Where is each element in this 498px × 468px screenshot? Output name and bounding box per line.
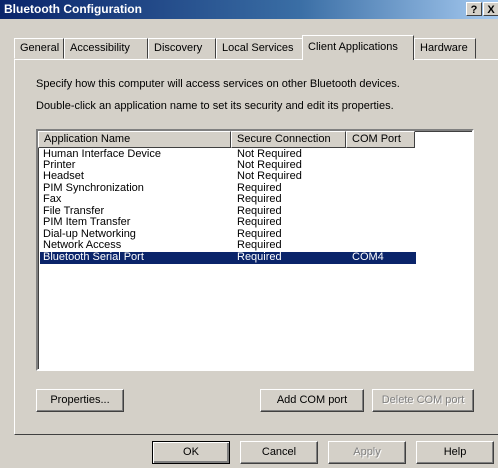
cell-secure-connection: Required — [237, 216, 282, 228]
properties-button[interactable]: Properties... — [36, 389, 124, 412]
close-title-button[interactable]: X — [483, 2, 498, 16]
cell-application-name: PIM Item Transfer — [43, 216, 131, 228]
description-line-1: Specify how this computer will access se… — [36, 78, 400, 90]
cell-application-name: Fax — [43, 193, 62, 205]
tab-general[interactable]: General — [14, 38, 64, 59]
window-title: Bluetooth Configuration — [4, 2, 142, 16]
cancel-button[interactable]: Cancel — [240, 441, 318, 464]
cell-secure-connection: Required — [237, 239, 282, 251]
apply-button[interactable]: Apply — [328, 441, 406, 464]
tab-hardware[interactable]: Hardware — [414, 38, 476, 59]
list-header: Application Name Secure Connection COM P… — [38, 131, 472, 148]
tab-discovery[interactable]: Discovery — [148, 38, 216, 59]
delete-com-port-button[interactable]: Delete COM port — [372, 389, 474, 412]
cell-secure-connection: Required — [237, 193, 282, 205]
ok-button[interactable]: OK — [152, 441, 230, 464]
cell-application-name: Bluetooth Serial Port — [43, 251, 144, 263]
help-title-button[interactable]: ? — [466, 2, 482, 16]
bluetooth-configuration-dialog: Bluetooth Configuration ? X General Acce… — [0, 0, 498, 468]
cell-com-port: COM4 — [352, 251, 384, 263]
cell-secure-connection: Not Required — [237, 170, 302, 182]
title-bar[interactable]: Bluetooth Configuration ? X — [0, 0, 498, 19]
tab-local-services[interactable]: Local Services — [216, 38, 304, 59]
cell-application-name: Network Access — [43, 239, 122, 251]
table-row-selected[interactable]: Bluetooth Serial Port Required COM4 — [40, 251, 416, 264]
column-header-com-port[interactable]: COM Port — [346, 131, 415, 148]
applications-list[interactable]: Application Name Secure Connection COM P… — [36, 129, 474, 371]
description-line-2: Double-click an application name to set … — [36, 100, 394, 112]
cell-application-name: Headset — [43, 170, 84, 182]
cell-secure-connection: Required — [237, 251, 282, 263]
column-header-application-name[interactable]: Application Name — [38, 131, 231, 148]
add-com-port-button[interactable]: Add COM port — [260, 389, 364, 412]
column-header-secure-connection[interactable]: Secure Connection — [231, 131, 346, 148]
help-button[interactable]: Help — [416, 441, 494, 464]
tab-client-applications[interactable]: Client Applications — [302, 35, 414, 60]
tab-accessibility[interactable]: Accessibility — [64, 38, 148, 59]
